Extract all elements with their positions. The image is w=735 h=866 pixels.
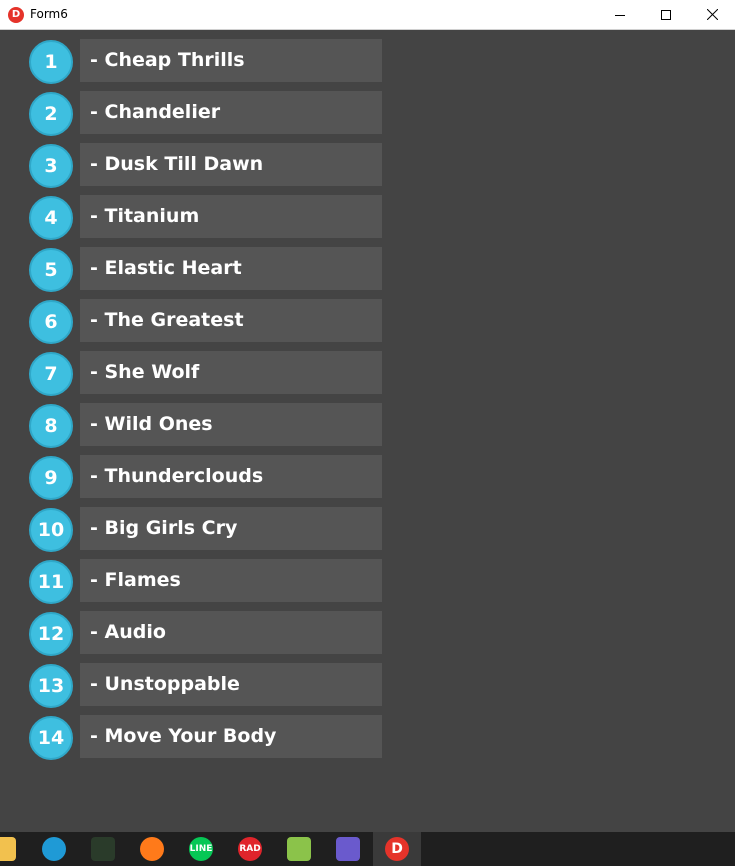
list-item[interactable]: 7- She Wolf: [0, 343, 400, 396]
song-title[interactable]: - Big Girls Cry: [80, 507, 382, 550]
taskbar-item-file-explorer[interactable]: [0, 832, 28, 866]
song-title[interactable]: - Elastic Heart: [80, 247, 382, 290]
list-item[interactable]: 9- Thunderclouds: [0, 447, 400, 500]
list-item[interactable]: 14- Move Your Body: [0, 707, 400, 760]
track-number-badge: 10: [29, 508, 73, 552]
taskbar-item-delphi-taskbar[interactable]: D: [373, 832, 421, 866]
maximize-icon: [661, 9, 671, 20]
taskbar-item-line[interactable]: LINE: [177, 832, 225, 866]
list-item[interactable]: 1- Cheap Thrills: [0, 31, 400, 84]
track-number-badge: 1: [29, 40, 73, 84]
track-number-badge: 8: [29, 404, 73, 448]
track-number-badge: 2: [29, 92, 73, 136]
song-title[interactable]: - Chandelier: [80, 91, 382, 134]
list-item[interactable]: 4- Titanium: [0, 187, 400, 240]
close-icon: [706, 9, 718, 20]
close-button[interactable]: [689, 0, 735, 29]
list-item[interactable]: 5- Elastic Heart: [0, 239, 400, 292]
delphi-icon: D: [8, 7, 24, 23]
firefox-icon: [140, 837, 164, 861]
track-number-badge: 7: [29, 352, 73, 396]
song-title[interactable]: - Audio: [80, 611, 382, 654]
track-number-badge: 4: [29, 196, 73, 240]
minimize-button[interactable]: [597, 0, 643, 29]
app-chart-icon: [91, 837, 115, 861]
track-number-badge: 9: [29, 456, 73, 500]
list-item[interactable]: 11- Flames: [0, 551, 400, 604]
list-item[interactable]: 6- The Greatest: [0, 291, 400, 344]
line-icon: LINE: [189, 837, 213, 861]
taskbar-item-firefox[interactable]: [128, 832, 176, 866]
track-number-badge: 11: [29, 560, 73, 604]
song-title[interactable]: - Move Your Body: [80, 715, 382, 758]
track-number-badge: 6: [29, 300, 73, 344]
song-title[interactable]: - She Wolf: [80, 351, 382, 394]
track-number-badge: 3: [29, 144, 73, 188]
song-title[interactable]: - The Greatest: [80, 299, 382, 342]
song-title[interactable]: - Dusk Till Dawn: [80, 143, 382, 186]
track-number-badge: 12: [29, 612, 73, 656]
song-title[interactable]: - Cheap Thrills: [80, 39, 382, 82]
song-title[interactable]: - Flames: [80, 559, 382, 602]
taskbar-item-edge[interactable]: [30, 832, 78, 866]
list-item[interactable]: 13- Unstoppable: [0, 655, 400, 708]
file-explorer-icon: [0, 837, 16, 861]
taskbar: LINE RAD D: [0, 832, 735, 866]
list-item[interactable]: 3- Dusk Till Dawn: [0, 135, 400, 188]
rad-studio-icon: RAD: [238, 837, 262, 861]
window-title: Form6: [30, 7, 68, 21]
track-number-badge: 5: [29, 248, 73, 292]
notepad-icon: [287, 837, 311, 861]
taskbar-item-notepad[interactable]: [275, 832, 323, 866]
git-icon: [336, 837, 360, 861]
track-number-badge: 13: [29, 664, 73, 708]
maximize-button[interactable]: [643, 0, 689, 29]
edge-icon: [42, 837, 66, 861]
list-item[interactable]: 2- Chandelier: [0, 83, 400, 136]
song-title[interactable]: - Wild Ones: [80, 403, 382, 446]
song-title[interactable]: - Titanium: [80, 195, 382, 238]
taskbar-item-app-chart[interactable]: [79, 832, 127, 866]
taskbar-item-rad-studio[interactable]: RAD: [226, 832, 274, 866]
title-bar[interactable]: D Form6: [0, 0, 735, 30]
song-title[interactable]: - Thunderclouds: [80, 455, 382, 498]
list-item[interactable]: 10- Big Girls Cry: [0, 499, 400, 552]
track-number-badge: 14: [29, 716, 73, 760]
song-title[interactable]: - Unstoppable: [80, 663, 382, 706]
taskbar-item-git[interactable]: [324, 832, 372, 866]
list-item[interactable]: 12- Audio: [0, 603, 400, 656]
minimize-icon: [615, 14, 625, 16]
delphi-taskbar-icon: D: [385, 837, 409, 861]
list-item[interactable]: 8- Wild Ones: [0, 395, 400, 448]
app-window: D Form6 1- Cheap Thrills 2- Chandelier 3- …: [0, 0, 735, 832]
